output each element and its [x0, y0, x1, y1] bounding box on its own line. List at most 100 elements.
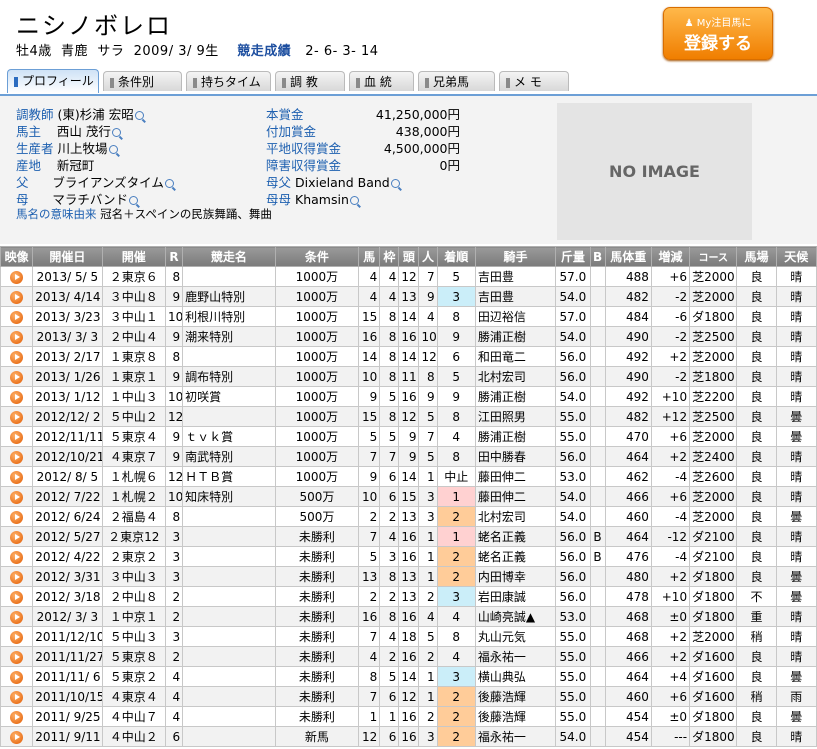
- play-video-icon[interactable]: [10, 630, 24, 644]
- play-video-icon[interactable]: [10, 610, 24, 624]
- play-video-icon[interactable]: [10, 290, 24, 304]
- jockey[interactable]: 福永祐一: [474, 726, 557, 747]
- search-icon[interactable]: [108, 145, 118, 154]
- play-video-icon[interactable]: [10, 390, 24, 404]
- play-video-icon[interactable]: [10, 570, 24, 584]
- race-name[interactable]: [182, 526, 276, 547]
- search-icon[interactable]: [349, 196, 359, 205]
- race-name[interactable]: [182, 266, 276, 287]
- race-name[interactable]: [182, 586, 276, 607]
- race-name[interactable]: [182, 606, 276, 627]
- play-video-icon[interactable]: [10, 710, 24, 724]
- jockey[interactable]: 後藤浩輝: [474, 686, 557, 707]
- tab-pedigree[interactable]: 血 統: [349, 71, 414, 91]
- play-video-icon[interactable]: [10, 650, 24, 664]
- race-date[interactable]: 2012/ 3/18: [32, 586, 103, 607]
- record-link[interactable]: 競走成績: [237, 44, 291, 59]
- race-date[interactable]: 2013/ 3/ 3: [32, 326, 103, 347]
- race-name[interactable]: [182, 666, 276, 687]
- trainer-name[interactable]: (東)杉浦 宏昭: [58, 107, 134, 122]
- search-icon[interactable]: [164, 179, 174, 188]
- jockey[interactable]: 蛯名正義: [474, 546, 557, 567]
- race-name[interactable]: 潮来特別: [182, 326, 276, 347]
- play-video-icon[interactable]: [10, 550, 24, 564]
- race-name[interactable]: 初咲賞: [182, 386, 276, 407]
- jockey[interactable]: 横山典弘: [474, 666, 557, 687]
- jockey[interactable]: 内田博幸: [474, 566, 557, 587]
- race-date[interactable]: 2012/12/ 2: [32, 406, 103, 427]
- jockey[interactable]: 蛯名正義: [474, 526, 557, 547]
- race-date[interactable]: 2012/ 4/22: [32, 546, 103, 567]
- jockey[interactable]: 勝浦正樹: [474, 326, 557, 347]
- race-name[interactable]: [182, 566, 276, 587]
- race-name[interactable]: [182, 626, 276, 647]
- play-video-icon[interactable]: [10, 370, 24, 384]
- race-date[interactable]: 2013/ 4/14: [32, 286, 103, 307]
- jockey[interactable]: 勝浦正樹: [474, 426, 557, 447]
- play-video-icon[interactable]: [10, 730, 24, 744]
- play-video-icon[interactable]: [10, 470, 24, 484]
- race-name[interactable]: ｔｖｋ賞: [182, 426, 276, 447]
- tab-siblings[interactable]: 兄弟馬: [418, 71, 495, 91]
- race-date[interactable]: 2012/ 6/24: [32, 506, 103, 527]
- race-date[interactable]: 2011/ 9/11: [32, 726, 103, 747]
- play-video-icon[interactable]: [10, 270, 24, 284]
- play-video-icon[interactable]: [10, 530, 24, 544]
- race-name[interactable]: [182, 506, 276, 527]
- damsire-name[interactable]: Dixieland Band: [295, 175, 390, 190]
- play-video-icon[interactable]: [10, 330, 24, 344]
- race-date[interactable]: 2012/ 7/22: [32, 486, 103, 507]
- race-date[interactable]: 2011/11/27: [32, 646, 103, 667]
- jockey[interactable]: 北村宏司: [474, 506, 557, 527]
- jockey[interactable]: 後藤浩輝: [474, 706, 557, 727]
- race-date[interactable]: 2012/ 3/31: [32, 566, 103, 587]
- tab-training[interactable]: 調 教: [275, 71, 345, 91]
- race-date[interactable]: 2011/11/ 6: [32, 666, 103, 687]
- play-video-icon[interactable]: [10, 690, 24, 704]
- tab-profile[interactable]: プロフィール: [7, 69, 99, 93]
- play-video-icon[interactable]: [10, 670, 24, 684]
- owner-name[interactable]: 西山 茂行: [57, 124, 111, 139]
- race-date[interactable]: 2012/ 8/ 5: [32, 466, 103, 487]
- jockey[interactable]: 藤田伸二: [474, 466, 557, 487]
- race-name[interactable]: 利根川特別: [182, 306, 276, 327]
- jockey[interactable]: 吉田豊: [474, 286, 557, 307]
- sire-name[interactable]: ブライアンズタイム: [52, 175, 164, 190]
- damdam-name[interactable]: Khamsin: [295, 192, 349, 207]
- race-date[interactable]: 2011/12/10: [32, 626, 103, 647]
- race-date[interactable]: 2013/ 2/17: [32, 346, 103, 367]
- race-name[interactable]: [182, 706, 276, 727]
- play-video-icon[interactable]: [10, 310, 24, 324]
- jockey[interactable]: 藤田伸二: [474, 486, 557, 507]
- race-name[interactable]: ＨＴＢ賞: [182, 466, 276, 487]
- race-date[interactable]: 2012/ 3/ 3: [32, 606, 103, 627]
- tab-memo[interactable]: メ モ: [499, 71, 569, 91]
- race-name[interactable]: [182, 346, 276, 367]
- race-name[interactable]: [182, 546, 276, 567]
- race-name[interactable]: [182, 646, 276, 667]
- play-video-icon[interactable]: [10, 410, 24, 424]
- breeder-name[interactable]: 川上牧場: [58, 141, 108, 156]
- race-name[interactable]: 知床特別: [182, 486, 276, 507]
- dam-name[interactable]: マラチバンド: [52, 192, 128, 207]
- tab-conditions[interactable]: 条件別: [103, 71, 182, 91]
- jockey[interactable]: 福永祐一: [474, 646, 557, 667]
- jockey[interactable]: 吉田豊: [474, 266, 557, 287]
- jockey[interactable]: 田辺裕信: [474, 306, 557, 327]
- race-date[interactable]: 2012/ 5/27: [32, 526, 103, 547]
- play-video-icon[interactable]: [10, 430, 24, 444]
- jockey[interactable]: 和田竜二: [474, 346, 557, 367]
- jockey[interactable]: 岩田康誠: [474, 586, 557, 607]
- race-date[interactable]: 2013/ 1/12: [32, 386, 103, 407]
- play-video-icon[interactable]: [10, 510, 24, 524]
- race-name[interactable]: [182, 686, 276, 707]
- race-name[interactable]: [182, 406, 276, 427]
- play-video-icon[interactable]: [10, 450, 24, 464]
- race-date[interactable]: 2013/ 3/23: [32, 306, 103, 327]
- jockey[interactable]: 山崎亮誠▲: [474, 606, 557, 627]
- jockey[interactable]: 江田照男: [474, 406, 557, 427]
- race-date[interactable]: 2011/ 9/25: [32, 706, 103, 727]
- jockey[interactable]: 北村宏司: [474, 366, 557, 387]
- race-date[interactable]: 2013/ 1/26: [32, 366, 103, 387]
- race-date[interactable]: 2012/11/11: [32, 426, 103, 447]
